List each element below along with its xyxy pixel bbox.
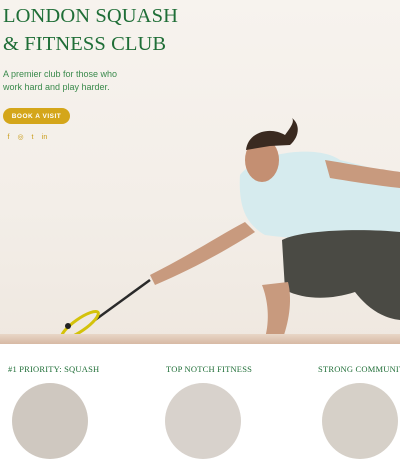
- title-line-2: & FITNESS CLUB: [3, 33, 167, 55]
- linkedin-icon[interactable]: in: [41, 134, 48, 141]
- hero-text: LONDON SQUASH & FITNESS CLUB A premier c…: [3, 2, 223, 94]
- social-links: f ◎ t in: [5, 134, 48, 141]
- feature-image-fitness: [165, 383, 241, 459]
- instagram-icon[interactable]: ◎: [17, 134, 24, 141]
- feature-title-community: STRONG COMMUNITY: [318, 364, 400, 374]
- court-floor: [0, 334, 400, 344]
- page-title: LONDON SQUASH & FITNESS CLUB: [3, 2, 223, 58]
- feature-title-squash: #1 PRIORITY: SQUASH: [8, 364, 100, 374]
- twitter-icon[interactable]: t: [29, 134, 36, 141]
- feature-title-fitness: TOP NOTCH FITNESS: [166, 364, 253, 374]
- facebook-icon[interactable]: f: [5, 134, 12, 141]
- hero-section: LONDON SQUASH & FITNESS CLUB A premier c…: [0, 0, 400, 344]
- book-a-visit-button[interactable]: BOOK A VISIT: [3, 108, 70, 124]
- hero-subtitle: A premier club for those who work hard a…: [3, 69, 118, 92]
- feature-image-squash: [12, 383, 88, 459]
- title-line-1: LONDON SQUASH: [3, 5, 178, 27]
- feature-image-community: [322, 383, 398, 459]
